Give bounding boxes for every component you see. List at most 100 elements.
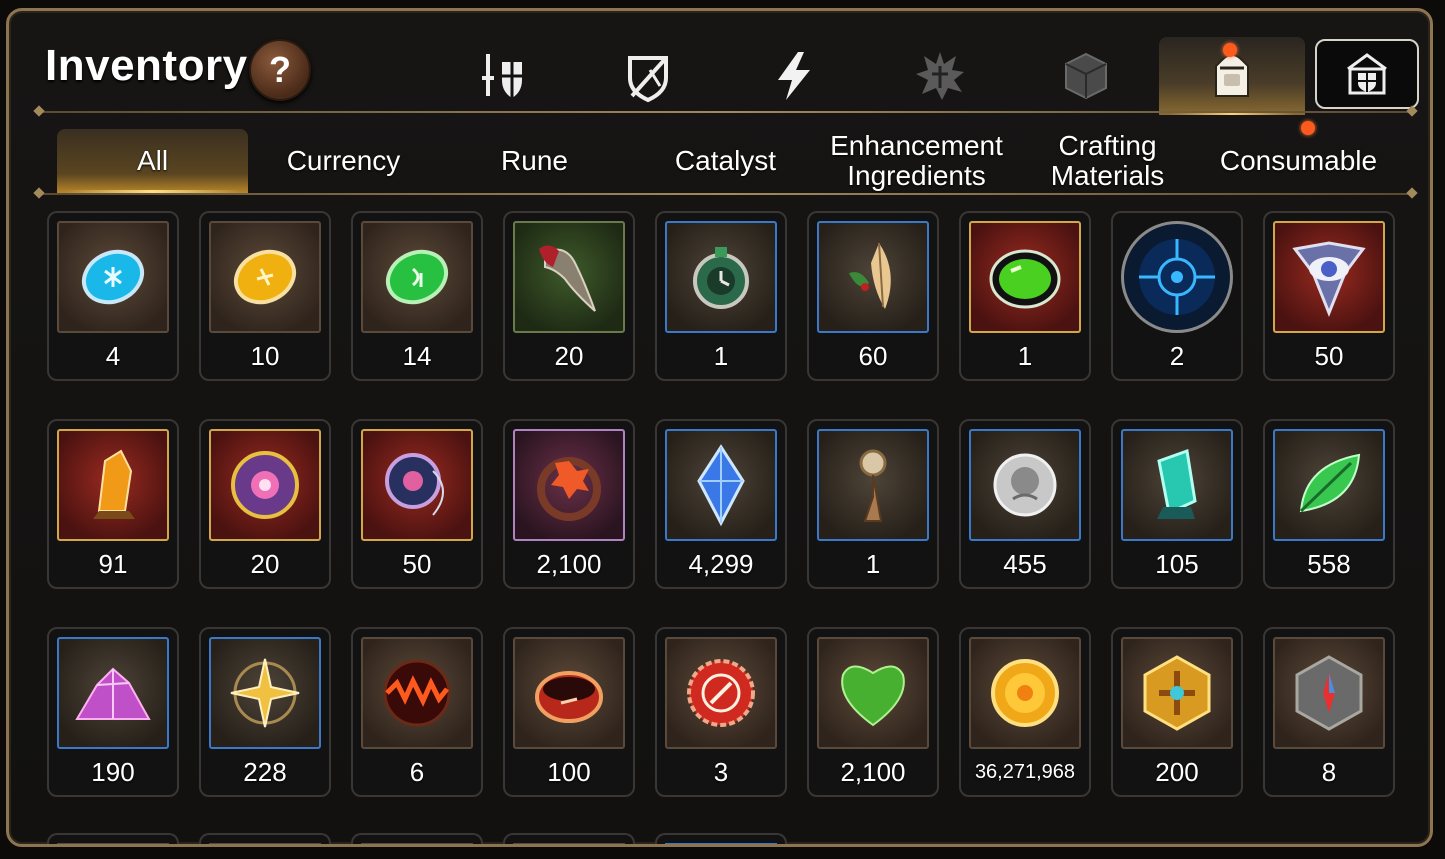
item-slot[interactable]: 228: [199, 627, 331, 797]
red-ring-icon: [535, 671, 603, 723]
item-count: 3: [713, 757, 729, 787]
item-slot[interactable]: 4,299: [655, 419, 787, 589]
item-icon-frame: [1121, 637, 1233, 749]
frame-corner: [9, 11, 23, 25]
item-count: 20: [250, 549, 280, 579]
subtab-consumable[interactable]: Consumable: [1203, 121, 1394, 193]
lava-orb-icon: [383, 659, 451, 727]
tab-backpack[interactable]: [1159, 37, 1305, 115]
pendulum-icon: [859, 449, 887, 522]
amulet-icon: [385, 453, 444, 516]
amber-crystal-icon: [93, 449, 135, 519]
frame-corner: [1416, 11, 1430, 25]
tab-cube[interactable]: [1013, 37, 1159, 115]
item-count: 200: [1155, 757, 1199, 787]
item-slot[interactable]: 91: [47, 419, 179, 589]
item-slot[interactable]: 36,271,968: [959, 627, 1091, 797]
blue-gem-icon: [81, 249, 145, 305]
item-icon-frame: [969, 429, 1081, 541]
item-slot[interactable]: 558: [1263, 419, 1395, 589]
item-slot[interactable]: 1: [959, 211, 1091, 381]
tab-broken-shield[interactable]: [575, 37, 721, 115]
item-slot[interactable]: [655, 833, 787, 844]
item-slot[interactable]: 200: [1111, 627, 1243, 797]
item-icon-frame: [513, 637, 625, 749]
item-icon-frame: [57, 429, 169, 541]
item-grid-partial-row: [47, 833, 787, 844]
item-icon-frame: [1273, 221, 1385, 333]
item-slot[interactable]: 20: [503, 211, 635, 381]
item-slot[interactable]: 1: [807, 419, 939, 589]
item-icon-frame: [817, 429, 929, 541]
item-count: 190: [91, 757, 135, 787]
item-icon-frame: [209, 429, 321, 541]
tab-lightning[interactable]: [721, 37, 867, 115]
item-slot[interactable]: 8: [1263, 627, 1395, 797]
green-heart-icon: [841, 665, 905, 727]
item-slot[interactable]: 14: [351, 211, 483, 381]
item-count: 558: [1307, 549, 1351, 579]
tab-knight-shield[interactable]: [429, 37, 575, 115]
subtab-currency[interactable]: Currency: [248, 129, 439, 193]
item-count: 10: [250, 341, 280, 371]
item-icon-frame: [969, 637, 1081, 749]
broken-shield-icon: [628, 56, 668, 103]
item-slot[interactable]: 6: [351, 627, 483, 797]
item-slot[interactable]: 50: [351, 419, 483, 589]
item-slot[interactable]: [503, 833, 635, 844]
item-slot[interactable]: 2,100: [807, 627, 939, 797]
help-button[interactable]: ?: [249, 39, 311, 101]
guild-button[interactable]: [1315, 39, 1419, 109]
feather-charm-icon: [849, 242, 891, 309]
item-count: 6: [409, 757, 425, 787]
subtab-all[interactable]: All: [57, 129, 248, 194]
header-divider: [39, 111, 1412, 113]
subtab-bar: All Currency Rune Catalyst Enhancement I…: [57, 121, 1394, 195]
item-count: 91: [98, 549, 128, 579]
item-count: 14: [402, 341, 432, 371]
item-slot[interactable]: [199, 833, 331, 844]
item-icon-frame: [817, 221, 929, 333]
item-count: 1: [1017, 341, 1033, 371]
item-slot[interactable]: 1: [655, 211, 787, 381]
item-slot[interactable]: [47, 833, 179, 844]
item-slot[interactable]: 50: [1263, 211, 1395, 381]
stone-compass-icon: [1295, 655, 1363, 731]
item-count: 8: [1321, 757, 1337, 787]
item-slot[interactable]: 4: [47, 211, 179, 381]
item-slot[interactable]: 20: [199, 419, 331, 589]
item-slot[interactable]: [351, 833, 483, 844]
tab-rune-burst[interactable]: [867, 37, 1013, 115]
subtab-crafting-materials[interactable]: Crafting Materials: [1012, 129, 1203, 193]
subtab-enhancement-ingredients[interactable]: Enhancement Ingredients: [821, 129, 1012, 193]
item-count: 36,271,968: [974, 761, 1076, 783]
notification-dot: [1301, 121, 1315, 135]
item-count: 228: [243, 757, 287, 787]
item-slot[interactable]: 10: [199, 211, 331, 381]
item-icon-frame: [209, 637, 321, 749]
gold-hexagon-icon: [1143, 655, 1211, 731]
item-slot[interactable]: 60: [807, 211, 939, 381]
page-title: Inventory: [45, 41, 248, 90]
silver-coin-icon: [993, 453, 1057, 517]
item-slot[interactable]: 455: [959, 419, 1091, 589]
item-slot[interactable]: 2: [1111, 211, 1243, 381]
item-count: 50: [402, 549, 432, 579]
subtab-rune[interactable]: Rune: [439, 129, 630, 193]
item-slot[interactable]: 105: [1111, 419, 1243, 589]
item-icon-frame: [969, 221, 1081, 333]
subtab-consumable-label: Consumable: [1219, 145, 1378, 176]
star-compass-icon: [230, 658, 300, 728]
green-orb-icon: [989, 249, 1061, 309]
item-count: 2: [1169, 341, 1185, 371]
item-icon-frame: [1273, 637, 1385, 749]
item-slot[interactable]: 2,100: [503, 419, 635, 589]
violet-disc-icon: [231, 451, 299, 519]
blue-rune-circle-icon: [1139, 239, 1215, 315]
item-count: 4,299: [688, 549, 754, 579]
item-slot[interactable]: 3: [655, 627, 787, 797]
subtab-catalyst[interactable]: Catalyst: [630, 129, 821, 193]
item-icon-frame: [665, 637, 777, 749]
item-slot[interactable]: 100: [503, 627, 635, 797]
item-slot[interactable]: 190: [47, 627, 179, 797]
